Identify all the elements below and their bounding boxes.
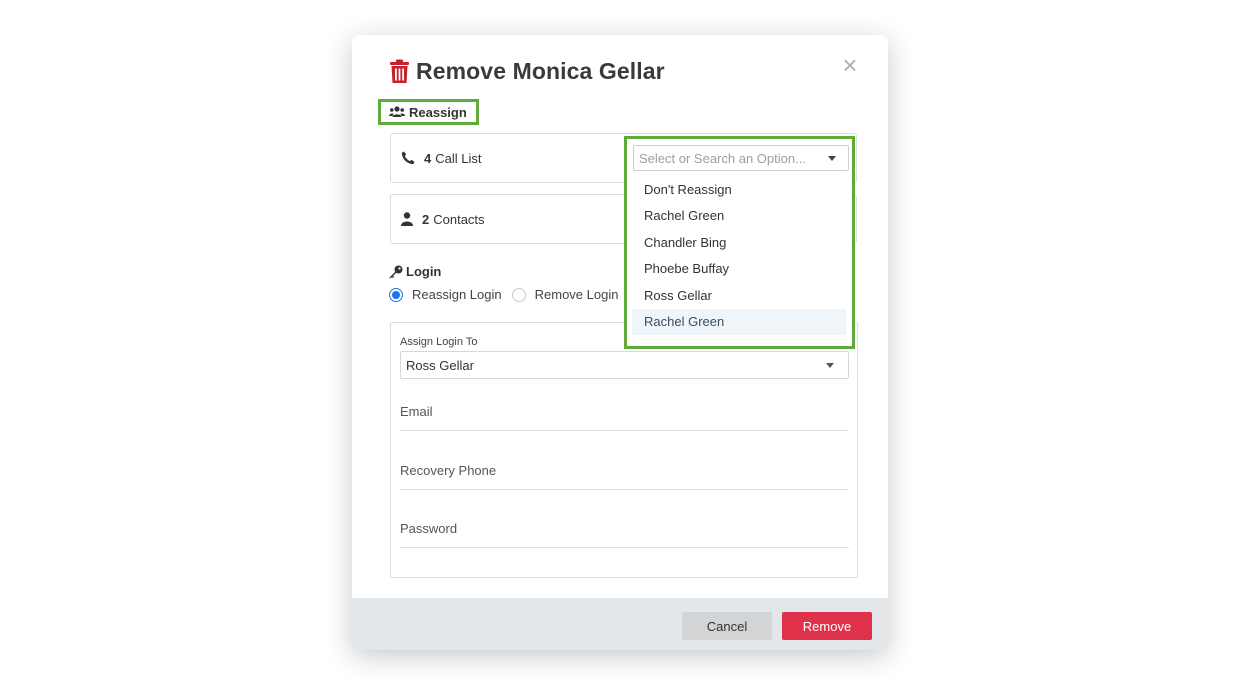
reassign-section-heading: Reassign xyxy=(378,99,479,125)
dropdown-option-highlighted[interactable]: Rachel Green xyxy=(632,308,846,336)
modal-header: Remove Monica Gellar xyxy=(389,56,665,86)
recovery-phone-placeholder: Recovery Phone xyxy=(400,463,497,478)
remove-login-radio[interactable] xyxy=(511,287,526,302)
assign-login-select[interactable]: Ross Gellar xyxy=(400,351,849,379)
dropdown-option[interactable]: Don't Reassign xyxy=(632,177,846,203)
reassign-search-select[interactable]: Select or Search an Option... xyxy=(633,145,849,171)
chevron-down-icon xyxy=(828,156,836,161)
chevron-down-icon xyxy=(826,363,834,368)
call-list-count: 4 xyxy=(424,150,432,166)
assign-login-value: Ross Gellar xyxy=(406,357,474,373)
reassign-login-radio[interactable] xyxy=(389,287,403,302)
email-field[interactable]: Email xyxy=(400,404,849,431)
close-button[interactable]: × xyxy=(840,52,860,78)
password-field[interactable]: Password xyxy=(400,521,849,548)
password-placeholder: Password xyxy=(400,521,458,536)
reassign-heading-label: Reassign xyxy=(409,104,467,120)
email-placeholder: Email xyxy=(400,404,433,419)
login-details-panel: Assign Login To Ross Gellar Email Recove… xyxy=(390,322,858,578)
dropdown-option[interactable]: Ross Gellar xyxy=(632,283,846,309)
key-icon xyxy=(389,265,403,278)
modal-footer: Cancel Remove xyxy=(352,598,888,650)
search-placeholder: Select or Search an Option... xyxy=(639,150,806,166)
dropdown-option[interactable]: Rachel Green xyxy=(632,203,846,229)
modal-title: Remove Monica Gellar xyxy=(416,57,665,84)
recovery-phone-field[interactable]: Recovery Phone xyxy=(400,463,849,490)
phone-icon xyxy=(401,151,415,165)
login-options: Reassign Login Remove Login xyxy=(389,287,618,302)
remove-login-label[interactable]: Remove Login xyxy=(535,287,619,302)
remove-button[interactable]: Remove xyxy=(782,612,872,640)
users-icon xyxy=(389,106,405,117)
user-icon xyxy=(401,212,413,226)
call-list-label: Call List xyxy=(435,150,482,166)
contacts-count: 2 xyxy=(422,211,430,227)
login-section-heading: Login xyxy=(389,264,441,279)
cancel-button[interactable]: Cancel xyxy=(682,612,772,640)
login-heading-label: Login xyxy=(406,264,442,279)
reassign-dropdown: Select or Search an Option... Don't Reas… xyxy=(624,136,855,349)
reassign-login-label[interactable]: Reassign Login xyxy=(412,287,502,302)
trash-icon xyxy=(389,59,410,84)
assign-login-label: Assign Login To xyxy=(400,336,478,348)
dropdown-option[interactable]: Chandler Bing xyxy=(632,230,846,256)
dropdown-option[interactable]: Phoebe Buffay xyxy=(632,256,846,282)
dropdown-options-list: Don't Reassign Rachel Green Chandler Bin… xyxy=(632,177,846,336)
contacts-label: Contacts xyxy=(433,211,485,227)
